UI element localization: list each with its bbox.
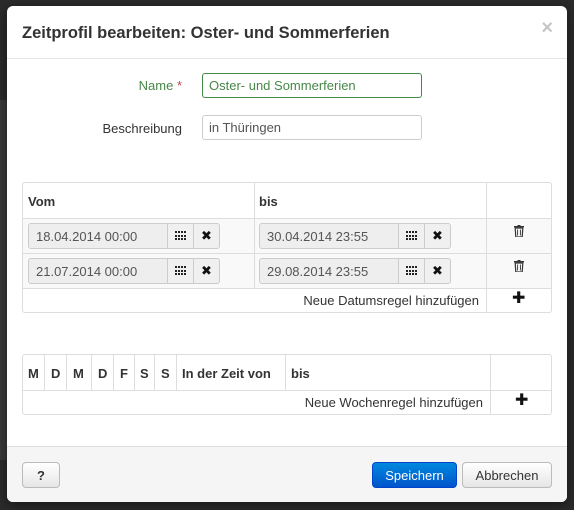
date-rules-table: Vom bis ✖ ✖ ✖ ✖ [22,182,552,313]
divider [176,355,177,390]
clear-icon[interactable]: ✖ [193,223,220,249]
divider [44,355,45,390]
name-label-text: Name [138,78,174,93]
trash-icon[interactable] [514,225,524,237]
divider [154,355,155,390]
description-input[interactable] [202,115,422,140]
day-header-sat: S [140,366,149,381]
date-to-input-2[interactable] [259,258,399,284]
name-input[interactable] [202,73,422,98]
trash-icon[interactable] [514,260,524,272]
date-from-input-2[interactable] [28,258,168,284]
day-header-thu: D [98,366,108,381]
column-header-from: Vom [28,194,56,209]
divider [285,355,286,390]
name-label: Name * [52,78,182,93]
divider [134,355,135,390]
divider [23,288,551,289]
date-from-field-1: ✖ [28,223,220,249]
divider [23,218,551,219]
column-header-to: bis [259,194,278,209]
divider [23,390,551,391]
date-to-field-2: ✖ [259,258,451,284]
divider [490,355,491,414]
day-header-mon: M [28,366,39,381]
week-rules-table: M D M D F S S In der Zeit von bis Neue W… [22,354,552,415]
dialog-footer: ? Speichern Abbrechen [7,446,567,502]
divider [91,355,92,390]
day-header-sun: S [161,366,170,381]
clear-icon[interactable]: ✖ [193,258,220,284]
calendar-icon[interactable] [398,258,425,284]
add-date-rule-label: Neue Datumsregel hinzufügen [303,293,479,308]
divider [486,183,487,312]
dialog-title: Zeitprofil bearbeiten: Oster- und Sommer… [22,24,390,42]
close-icon[interactable]: × [541,18,553,38]
add-week-rule-label: Neue Wochenregel hinzufügen [304,395,483,410]
dialog-header: Zeitprofil bearbeiten: Oster- und Sommer… [7,6,567,59]
calendar-icon[interactable] [167,223,194,249]
day-header-fri: F [120,366,128,381]
date-to-field-1: ✖ [259,223,451,249]
required-mark: * [176,78,182,93]
divider [113,355,114,390]
plus-icon[interactable]: ✚ [515,393,528,409]
divider [66,355,67,390]
day-header-wed: M [73,366,84,381]
clear-icon[interactable]: ✖ [424,223,451,249]
edit-time-profile-dialog: Zeitprofil bearbeiten: Oster- und Sommer… [7,6,567,502]
plus-icon[interactable]: ✚ [512,291,525,307]
cancel-button[interactable]: Abbrechen [462,462,552,488]
date-from-field-2: ✖ [28,258,220,284]
date-to-input-1[interactable] [259,223,399,249]
divider [23,253,551,254]
calendar-icon[interactable] [167,258,194,284]
divider [254,183,255,288]
description-label: Beschreibung [102,121,183,136]
column-header-time-to: bis [291,366,310,381]
help-button[interactable]: ? [22,462,60,488]
date-from-input-1[interactable] [28,223,168,249]
day-header-tue: D [51,366,61,381]
calendar-icon[interactable] [398,223,425,249]
column-header-time-from: In der Zeit von [182,366,271,381]
save-button[interactable]: Speichern [372,462,457,488]
clear-icon[interactable]: ✖ [424,258,451,284]
